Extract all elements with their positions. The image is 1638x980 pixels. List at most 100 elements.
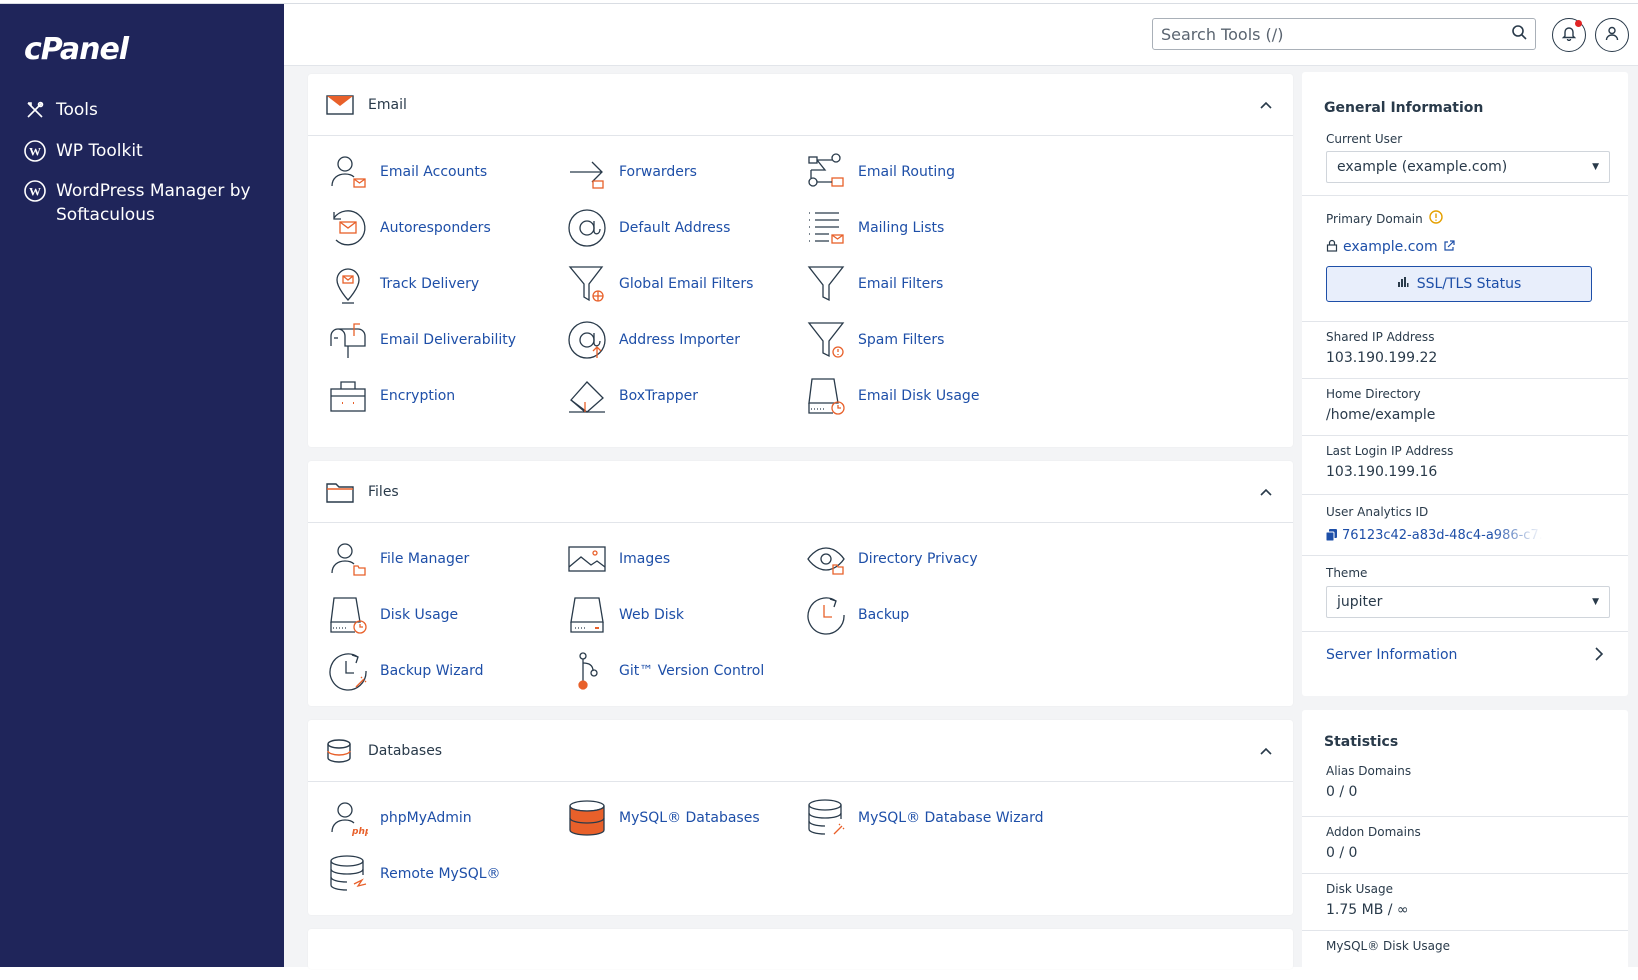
tool-default-address[interactable]: Default Address [565,206,730,250]
tool-label: Email Disk Usage [858,388,980,404]
user-icon [1604,25,1620,45]
main-content: Email Email Accounts Forwarders Email Ro… [284,66,1638,980]
chevron-up-icon[interactable] [1259,485,1273,499]
database-remote-icon [326,852,370,896]
tool-address-importer[interactable]: Address Importer [565,318,740,362]
statistics-panel: Statistics Alias Domains 0 / 0 Addon Dom… [1302,710,1628,980]
search-icon[interactable] [1511,24,1527,44]
field-label: Primary Domain [1326,211,1423,226]
briefcase-key-icon [326,374,370,418]
image-icon [565,537,609,581]
stat-row: MySQL® Disk Usage [1302,931,1628,953]
tool-label: Images [619,551,671,567]
sidebar-item-tools[interactable]: Tools [24,98,264,122]
field-label: User Analytics ID [1326,505,1429,519]
sidebar-item-label: Tools [56,100,98,120]
tool-email-accounts[interactable]: Email Accounts [326,150,487,194]
tool-email-routing[interactable]: Email Routing [804,150,955,194]
user-menu-button[interactable] [1595,18,1629,52]
databases-section-header[interactable]: Databases [308,720,1293,782]
stat-label: Disk Usage [1326,882,1393,896]
general-information-panel: General Information Current User example… [1302,72,1628,696]
backup-wand-icon [326,649,370,693]
svg-text:W: W [29,145,41,159]
files-section-header[interactable]: Files [308,461,1293,523]
ssl-tls-status-button[interactable]: SSL/TLS Status [1326,266,1592,302]
notifications-button[interactable] [1552,18,1586,52]
chevron-up-icon[interactable] [1259,98,1273,112]
tool-mysql-database-wizard[interactable]: MySQL® Database Wizard [804,796,1044,840]
field-label: Theme [1326,566,1368,580]
tool-backup-wizard[interactable]: Backup Wizard [326,649,484,693]
stat-row: Alias Domains 0 / 0 [1302,760,1628,817]
tool-autoresponders[interactable]: Autoresponders [326,206,491,250]
tool-email-filters[interactable]: Email Filters [804,262,943,306]
tool-forwarders[interactable]: Forwarders [565,150,697,194]
database-filled-icon [565,796,609,840]
sidebar-item-wp-toolkit[interactable]: W WP Toolkit [24,139,264,163]
at-sign-icon [565,206,609,250]
tool-label: File Manager [380,551,470,567]
tool-label: Global Email Filters [619,276,754,292]
filter-globe-icon [565,262,609,306]
section-title: Email [368,96,407,113]
tool-web-disk[interactable]: Web Disk [565,593,684,637]
chevron-up-icon[interactable] [1259,744,1273,758]
tool-git-version-control[interactable]: Git™ Version Control [565,649,764,693]
tool-email-deliverability[interactable]: Email Deliverability [326,318,516,362]
cpanel-logo[interactable]: cPanel [24,32,129,67]
sidebar-item-label: WordPress Manager by Softaculous [56,181,251,225]
tool-label: MySQL® Databases [619,810,760,826]
field-value: 103.190.199.16 [1326,464,1438,480]
current-user-select[interactable]: example (example.com) ▼ [1326,151,1610,183]
bell-icon [1561,25,1577,45]
tool-disk-usage[interactable]: Disk Usage [326,593,458,637]
caret-down-icon: ▼ [1592,162,1599,172]
tool-directory-privacy[interactable]: Directory Privacy [804,537,978,581]
search-box[interactable] [1152,18,1536,50]
domain-link-text[interactable]: example.com [1343,239,1438,255]
notification-dot [1575,20,1582,27]
disk-clock-icon [326,593,370,637]
panel-title: Statistics [1324,734,1399,750]
search-input[interactable] [1161,24,1511,44]
tool-email-disk-usage[interactable]: Email Disk Usage [804,374,979,418]
tool-label: Track Delivery [380,276,480,292]
tool-file-manager[interactable]: File Manager [326,537,469,581]
tool-boxtrapper[interactable]: BoxTrapper [565,374,698,418]
email-section-header[interactable]: Email [308,74,1293,136]
tool-label: Git™ Version Control [619,663,765,679]
at-import-icon [565,318,609,362]
stat-label: MySQL® Disk Usage [1326,939,1450,953]
tool-mysql-databases[interactable]: MySQL® Databases [565,796,760,840]
sidebar-item-wordpress-manager[interactable]: W WordPress Manager by Softaculous [24,179,264,227]
tool-encryption[interactable]: Encryption [326,374,455,418]
panel-title: General Information [1324,100,1484,116]
primary-domain-link[interactable]: example.com [1326,237,1604,256]
database-icon [326,738,356,764]
theme-select[interactable]: jupiter ▼ [1326,586,1610,618]
warning-icon[interactable] [1429,210,1443,227]
email-section: Email Email Accounts Forwarders Email Ro… [308,74,1293,447]
location-pin-icon [326,262,370,306]
caret-down-icon: ▼ [1592,597,1599,607]
tool-phpmyadmin[interactable]: php phpMyAdmin [326,796,472,840]
field-label: Current User [1326,132,1403,146]
server-information-link[interactable]: Server Information [1302,632,1628,678]
routing-icon [804,150,848,194]
mailbox-icon [326,318,370,362]
tool-global-email-filters[interactable]: Global Email Filters [565,262,753,306]
tool-backup[interactable]: Backup [804,593,909,637]
databases-tools-grid: php phpMyAdmin MySQL® Databases MySQL® D… [308,782,1293,891]
filter-warning-icon [804,318,848,362]
tool-remote-mysql[interactable]: Remote MySQL® [326,852,501,896]
field-label: Home Directory [1326,387,1421,401]
tools-icon [24,98,46,122]
tool-track-delivery[interactable]: Track Delivery [326,262,479,306]
stat-label: Addon Domains [1326,825,1421,839]
tool-spam-filters[interactable]: Spam Filters [804,318,944,362]
tool-mailing-lists[interactable]: Mailing Lists [804,206,944,250]
tool-label: Backup [858,607,910,623]
tool-images[interactable]: Images [565,537,670,581]
analytics-id-copy[interactable]: 76123c42-a83d-48c4-a986-c7... [1326,526,1604,545]
